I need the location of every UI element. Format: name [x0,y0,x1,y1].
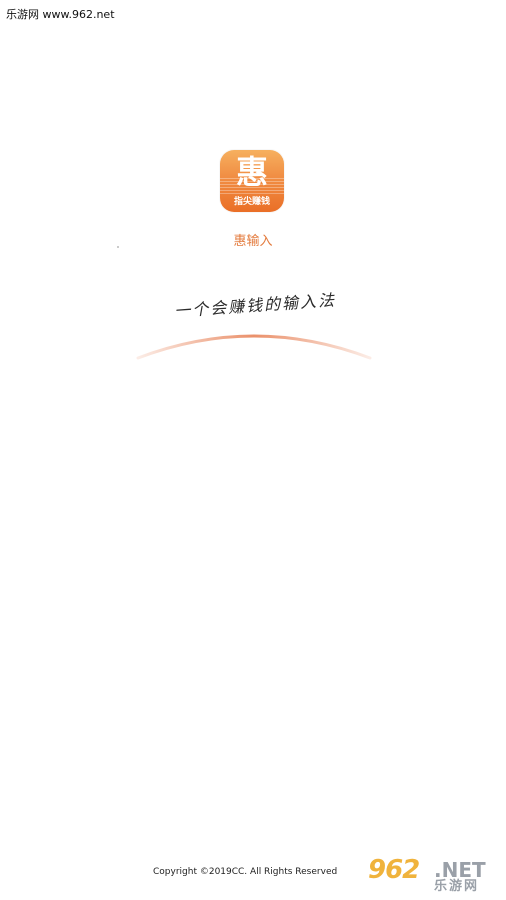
decorative-arc [136,334,372,360]
logo-caption: 指尖赚钱 [233,197,270,207]
decorative-dot [117,246,119,248]
watermark-site-text: 乐游网 www.962.net [6,8,115,21]
watermark-logo-cn: 乐游网 [434,879,480,894]
watermark-logo: 962 .NET 乐游网 [368,856,502,896]
app-logo-icon: 惠 指尖赚钱 [220,150,284,212]
logo-glyph: 惠 [235,153,268,191]
app-slogan: 一个会赚钱的输入法 [173,290,337,321]
watermark-logo-number: 962 [368,855,420,885]
app-name: 惠输入 [233,234,273,249]
copyright-text: Copyright ©2019CC. All Rights Reserved [153,867,338,877]
